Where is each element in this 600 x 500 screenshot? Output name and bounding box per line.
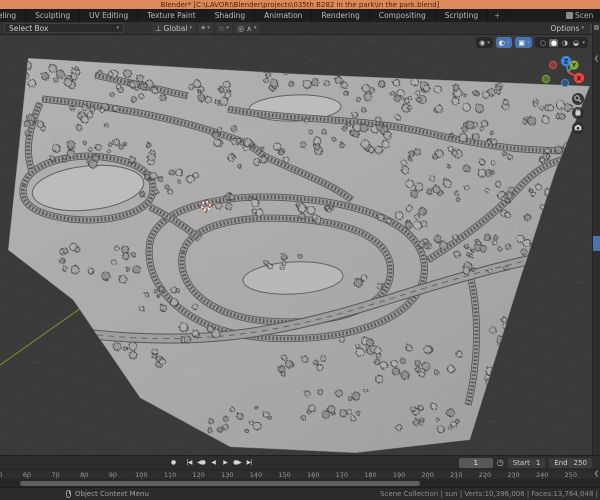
ruler-frame-label: 50: [0, 471, 9, 479]
axis-y-neg-handle[interactable]: [541, 74, 551, 84]
workspace-tab-animation[interactable]: Animation: [255, 9, 313, 22]
play-button[interactable]: ▶: [220, 457, 230, 468]
shading-material-preview-button[interactable]: ◑: [560, 39, 569, 47]
start-label: Start: [512, 458, 530, 467]
header-middle-cluster: ⊥ Global ▾ ⌖ ▾ ∩ ▾ ◎ ∧ ▾: [152, 22, 260, 34]
falloff-icon: ∧: [246, 23, 252, 33]
scrollbar-thumb[interactable]: [20, 480, 420, 486]
nav-buttons: [572, 93, 584, 134]
next-keyframe-button[interactable]: ●▶: [232, 457, 242, 468]
xray-icon: ▣: [518, 38, 525, 47]
topbar: ModelingSculptingUV EditingTexture Paint…: [0, 9, 600, 22]
gizmo-icon: ◉: [479, 38, 486, 47]
zoom-button[interactable]: [572, 93, 584, 105]
jump-to-end-button[interactable]: ▶|: [244, 457, 254, 468]
start-frame-field[interactable]: Start 1: [507, 457, 546, 468]
overlays-icon: ◐: [498, 38, 505, 47]
scene-selector[interactable]: Scen: [566, 9, 600, 22]
viewport-shading-controls: ◉ ▾ ◐ ▾ ▣ ▾ ○ ● ◑ ◒ ▾: [476, 37, 588, 48]
status-left: Object Context Menu: [66, 490, 149, 498]
add-workspace-button[interactable]: +: [488, 9, 508, 22]
axis-x-neg-handle[interactable]: [548, 60, 558, 70]
shading-solid-button[interactable]: ●: [549, 38, 559, 47]
svg-text:X: X: [577, 75, 582, 82]
shading-rendered-button[interactable]: ◒: [571, 39, 580, 47]
play-reverse-button[interactable]: ◀: [208, 457, 218, 468]
options-label: Options: [550, 23, 580, 33]
right-region-strip: ❮: [592, 22, 600, 455]
window-titlebar: Blender* [C:\LAVORI\Blender\projects\035…: [0, 0, 600, 9]
proportional-editing-dropdown[interactable]: ◎ ∧ ▾: [234, 22, 260, 34]
status-bar: Object Context Menu Scene Collection | s…: [0, 487, 600, 500]
shading-wireframe-button[interactable]: ○: [538, 39, 547, 47]
start-value: 1: [535, 458, 541, 467]
xray-toggle[interactable]: ▣ ▾: [515, 37, 533, 48]
chevron-down-icon: ▾: [207, 25, 210, 31]
timeline-scrollbar[interactable]: [0, 479, 600, 487]
chevron-down-icon: ▾: [226, 25, 229, 31]
workspace-tab-compositing[interactable]: Compositing: [370, 9, 436, 22]
frame-range-controls: 1 ◷ Start 1 End 250: [458, 457, 592, 468]
tool-header: Select Box ▾ ⊥ Global ▾ ⌖ ▾ ∩ ▾ ◎ ∧ ▾ Op…: [0, 22, 600, 35]
timeline-ruler[interactable]: 5060708090100110120130140150160170180190…: [0, 469, 600, 479]
chevron-down-icon: ▾: [487, 39, 490, 46]
prev-keyframe-button[interactable]: ◀●: [196, 457, 206, 468]
pivot-icon: ⌖: [201, 23, 206, 32]
end-label: End: [554, 458, 568, 467]
orientation-label: Global: [163, 23, 188, 33]
active-tool-label: Select Box: [9, 23, 49, 33]
camera-view-button[interactable]: [572, 122, 584, 134]
viewport-3d[interactable]: ◉ ▾ ◐ ▾ ▣ ▾ ○ ● ◑ ◒ ▾ Z Y X: [0, 35, 600, 455]
pan-hand-button[interactable]: [572, 107, 584, 119]
transform-orientation-dropdown[interactable]: ⊥ Global ▾: [152, 22, 195, 34]
workspace-tab-sculpting[interactable]: Sculpting: [26, 9, 81, 22]
workspace-tab-uv-editing[interactable]: UV Editing: [80, 9, 139, 22]
viewport-scene[interactable]: Z Y X: [0, 35, 600, 455]
blender-window: Blender* [C:\LAVORI\Blender\projects\035…: [0, 0, 600, 500]
shading-mode-group: ○ ● ◑ ◒ ▾: [535, 37, 588, 48]
clock-icon: ◷: [496, 458, 504, 467]
options-dropdown[interactable]: Options ▾: [551, 24, 584, 33]
mouse-icon: [66, 490, 71, 498]
expand-timeline-arrow[interactable]: ❮: [594, 470, 599, 477]
chevron-down-icon: ▾: [116, 25, 119, 31]
snapping-dropdown[interactable]: ∩ ▾: [215, 22, 232, 34]
chevron-down-icon: ▾: [506, 39, 510, 46]
chevron-down-icon[interactable]: ▾: [582, 40, 585, 46]
jump-to-start-button[interactable]: |◀: [184, 457, 194, 468]
editor-icon: [594, 25, 599, 30]
window-title: Blender* [C:\LAVORI\Blender\projects\035…: [160, 0, 440, 9]
workspace-tabs: ModelingSculptingUV EditingTexture Paint…: [0, 9, 508, 22]
chevron-down-icon: ▾: [581, 25, 584, 31]
chevron-down-icon: ▾: [526, 39, 530, 46]
end-value: 250: [573, 458, 587, 467]
scene-icon: [566, 12, 573, 19]
pivot-point-dropdown[interactable]: ⌖ ▾: [198, 22, 213, 34]
proportional-icon: ◎: [237, 23, 245, 33]
svg-text:Z: Z: [564, 58, 569, 65]
expand-panel-arrow[interactable]: ❮: [594, 55, 599, 62]
axis-z-neg-handle[interactable]: [560, 78, 570, 88]
workspace-tab-texture-paint[interactable]: Texture Paint: [138, 9, 206, 22]
show-gizmo-dropdown[interactable]: ◉ ▾: [476, 37, 493, 48]
magnet-icon: ∩: [218, 23, 225, 33]
chevron-down-icon: ▾: [189, 25, 192, 31]
timeline-header: ● |◀ ◀● ◀ ▶ ●▶ ▶| 1 ◷ Start 1 End 250: [0, 455, 600, 469]
end-frame-field[interactable]: End 250: [549, 457, 592, 468]
workspace-tab-rendering[interactable]: Rendering: [312, 9, 370, 22]
workspace-tab-scripting[interactable]: Scripting: [436, 9, 489, 22]
current-frame-field[interactable]: 1: [458, 457, 493, 468]
active-tool-dropdown[interactable]: Select Box ▾: [4, 23, 124, 33]
playback-controls: ● |◀ ◀● ◀ ▶ ●▶ ▶|: [168, 457, 254, 468]
sidebar-active-tab[interactable]: [593, 236, 600, 251]
scene-name: Scen: [575, 11, 594, 20]
auto-key-button[interactable]: ●: [168, 457, 178, 468]
scene-stats: Scene Collection | sun | Verts:10,396,00…: [380, 490, 598, 498]
orientation-icon: ⊥: [155, 23, 162, 33]
workspace-tab-shading[interactable]: Shading: [206, 9, 256, 22]
workspace-tab-modeling[interactable]: Modeling: [0, 9, 27, 22]
show-overlays-toggle[interactable]: ◐ ▾: [495, 37, 513, 48]
chevron-down-icon: ▾: [253, 25, 257, 31]
context-menu-hint: Object Context Menu: [75, 490, 149, 498]
